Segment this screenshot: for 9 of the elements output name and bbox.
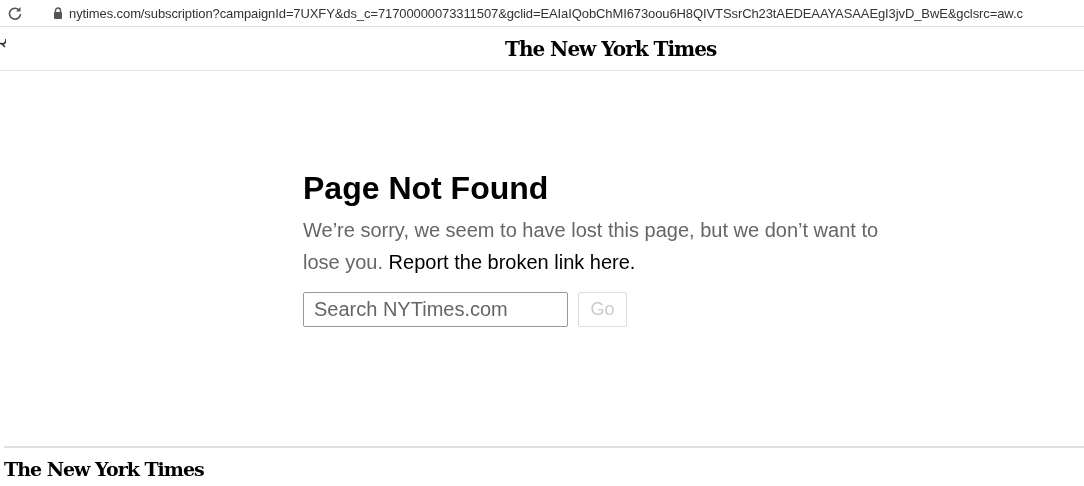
lock-icon[interactable]: [53, 7, 63, 19]
url-text[interactable]: nytimes.com/subscription?campaignId=7UXFY&ds_c=71700000073311507&gclid=EAIaIQobChMI673oou6H8QIVTSsrCh23tAEDEAAYASAAEgI3jvD_BwE&gclsrc=aw.c: [69, 5, 1023, 21]
page-title: Page Not Found: [303, 169, 550, 208]
reload-icon[interactable]: [8, 6, 22, 20]
footer-logo[interactable]: The New York Times: [4, 458, 204, 480]
error-message: We’re sorry, we seem to have lost this page, but we don’t want to lose you. Report the broken link here.: [303, 218, 880, 275]
search-field[interactable]: Search NYTimes.com: [303, 292, 568, 327]
report-link[interactable]: Report the broken link here.: [388, 251, 636, 273]
logo[interactable]: The New York Times: [505, 36, 717, 61]
